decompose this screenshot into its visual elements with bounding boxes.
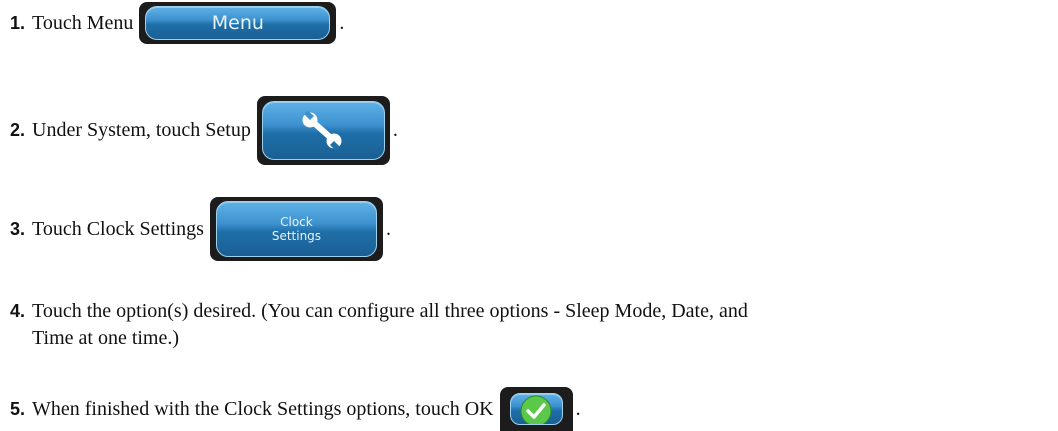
step-number: 2. bbox=[10, 120, 26, 140]
wrench-icon bbox=[302, 110, 342, 151]
period: . bbox=[392, 119, 398, 141]
ok-button-frame bbox=[499, 387, 573, 431]
step-1: 1. Touch Menu Menu . bbox=[10, 2, 344, 44]
setup-button-frame bbox=[256, 96, 390, 165]
checkmark-icon bbox=[520, 395, 552, 424]
period: . bbox=[575, 397, 581, 420]
step-number: 1. bbox=[10, 12, 26, 33]
step-number: 5. bbox=[10, 398, 26, 419]
menu-button-label: Menu bbox=[211, 12, 264, 34]
step-number: 3. bbox=[10, 218, 26, 239]
step-text: Touch Clock Settings bbox=[32, 217, 204, 240]
step-3: 3. Touch Clock Settings Clock Settings . bbox=[10, 197, 391, 261]
step-text-line1: Touch the option(s) desired. (You can co… bbox=[32, 300, 748, 322]
ok-button[interactable] bbox=[509, 393, 563, 425]
step-5: 5. When finished with the Clock Settings… bbox=[10, 387, 581, 431]
step-text: When finished with the Clock Settings op… bbox=[32, 397, 494, 420]
step-text-line2: Time at one time.) bbox=[32, 327, 180, 349]
step-number: 4. bbox=[10, 301, 26, 321]
step-text: Under System, touch Setup bbox=[32, 119, 251, 141]
step-2: 2. Under System, touch Setup . bbox=[10, 96, 398, 165]
step-4: 4. Touch the option(s) desired. (You can… bbox=[10, 298, 1050, 352]
clock-settings-label-line1: Clock bbox=[280, 215, 313, 229]
setup-button[interactable] bbox=[261, 101, 385, 160]
step-text: Touch Menu bbox=[32, 11, 134, 34]
period: . bbox=[339, 11, 345, 34]
clock-settings-button-frame: Clock Settings bbox=[209, 197, 383, 261]
period: . bbox=[385, 217, 391, 240]
menu-button-frame: Menu bbox=[139, 2, 337, 44]
menu-button[interactable]: Menu bbox=[145, 6, 331, 40]
clock-settings-button[interactable]: Clock Settings bbox=[215, 201, 377, 257]
clock-settings-label-line2: Settings bbox=[271, 229, 322, 243]
